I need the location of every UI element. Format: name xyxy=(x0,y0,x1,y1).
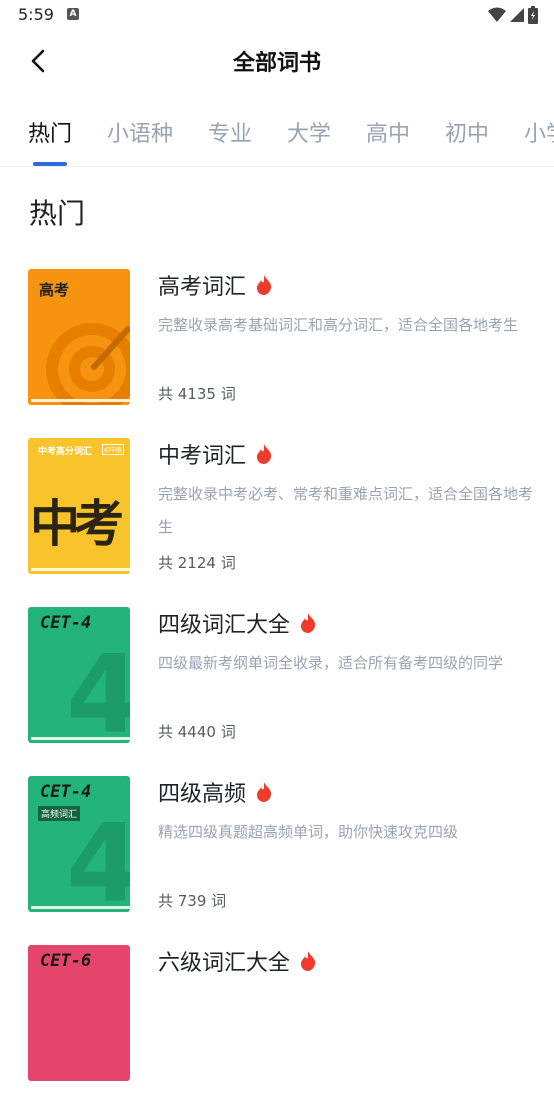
cover-badge: 初中版 xyxy=(101,444,124,455)
book-description: 四级最新考纲单词全收录，适合所有备考四级的同学 xyxy=(158,654,504,672)
battery-icon xyxy=(528,6,538,24)
cover-big-text: 中考 xyxy=(30,495,124,553)
book-item[interactable]: CET-6 六级词汇大全 xyxy=(0,945,554,1105)
notification-icon: A xyxy=(67,8,79,20)
book-name: 六级词汇大全 xyxy=(158,945,316,977)
book-cover: CET-4 高频词汇 4 xyxy=(28,776,130,912)
cover-label: CET-4 xyxy=(40,613,92,633)
hot-flame-icon xyxy=(257,275,272,295)
tab-minor-languages[interactable]: 小语种 xyxy=(107,116,173,148)
cover-big-text: 4 xyxy=(66,802,130,912)
book-word-count: 共 4440 词 xyxy=(158,723,236,741)
page-title: 全部词书 xyxy=(232,51,321,76)
cover-label: 中考高分词汇 xyxy=(38,447,93,457)
tab-primary-school[interactable]: 小学 xyxy=(524,116,554,148)
book-cover: 高考 xyxy=(28,269,130,405)
tab-middle-school[interactable]: 初中 xyxy=(445,116,489,148)
tab-college[interactable]: 大学 xyxy=(287,116,331,148)
section-title: 热门 xyxy=(29,197,86,230)
wifi-icon xyxy=(488,7,506,22)
book-item[interactable]: 高考 高考词汇 完整收录高考基础词汇和高分词汇，适合全国各地考生 共 4135 … xyxy=(0,269,554,429)
signal-icon xyxy=(510,8,524,22)
hot-flame-icon xyxy=(301,951,316,971)
book-cover: CET-6 xyxy=(28,945,130,1081)
book-description: 完整收录中考必考、常考和重难点词汇，适合全国各地考生 xyxy=(158,485,534,536)
status-time: 5:59 xyxy=(18,5,54,24)
status-icons xyxy=(488,6,538,24)
tab-hot[interactable]: 热门 xyxy=(28,116,72,148)
app-bar: 全部词书 xyxy=(0,30,554,92)
book-name: 高考词汇 xyxy=(158,269,272,301)
book-description: 完整收录高考基础词汇和高分词汇，适合全国各地考生 xyxy=(158,316,519,334)
tab-indicator xyxy=(33,162,67,166)
book-item[interactable]: 中考高分词汇 初中版 中考 中考词汇 完整收录中考必考、常考和重难点词汇，适合全… xyxy=(0,438,554,598)
book-word-count: 共 739 词 xyxy=(158,892,227,910)
book-name: 四级词汇大全 xyxy=(158,607,316,639)
status-bar: 5:59 A xyxy=(0,0,554,30)
book-cover: 中考高分词汇 初中版 中考 xyxy=(28,438,130,574)
cover-label: CET-4 xyxy=(40,782,92,802)
cover-label: CET-6 xyxy=(40,951,92,971)
hot-flame-icon xyxy=(301,613,316,633)
hot-flame-icon xyxy=(257,444,272,464)
book-description: 精选四级真题超高频单词，助你快速攻克四级 xyxy=(158,823,459,841)
category-tabs: 热门 小语种 专业 大学 高中 初中 小学 xyxy=(0,100,554,167)
book-item[interactable]: CET-4 高频词汇 4 四级高频 精选四级真题超高频单词，助你快速攻克四级 共… xyxy=(0,776,554,936)
target-icon xyxy=(46,323,130,405)
book-word-count: 共 4135 词 xyxy=(158,385,236,403)
tab-high-school[interactable]: 高中 xyxy=(366,116,410,148)
book-item[interactable]: CET-4 4 四级词汇大全 四级最新考纲单词全收录，适合所有备考四级的同学 共… xyxy=(0,607,554,767)
book-word-count: 共 2124 词 xyxy=(158,554,236,572)
hot-flame-icon xyxy=(257,782,272,802)
book-cover: CET-4 4 xyxy=(28,607,130,743)
book-name: 四级高频 xyxy=(158,776,272,808)
cover-big-text: 4 xyxy=(66,633,130,743)
tab-major[interactable]: 专业 xyxy=(208,116,252,148)
book-name: 中考词汇 xyxy=(158,438,272,470)
